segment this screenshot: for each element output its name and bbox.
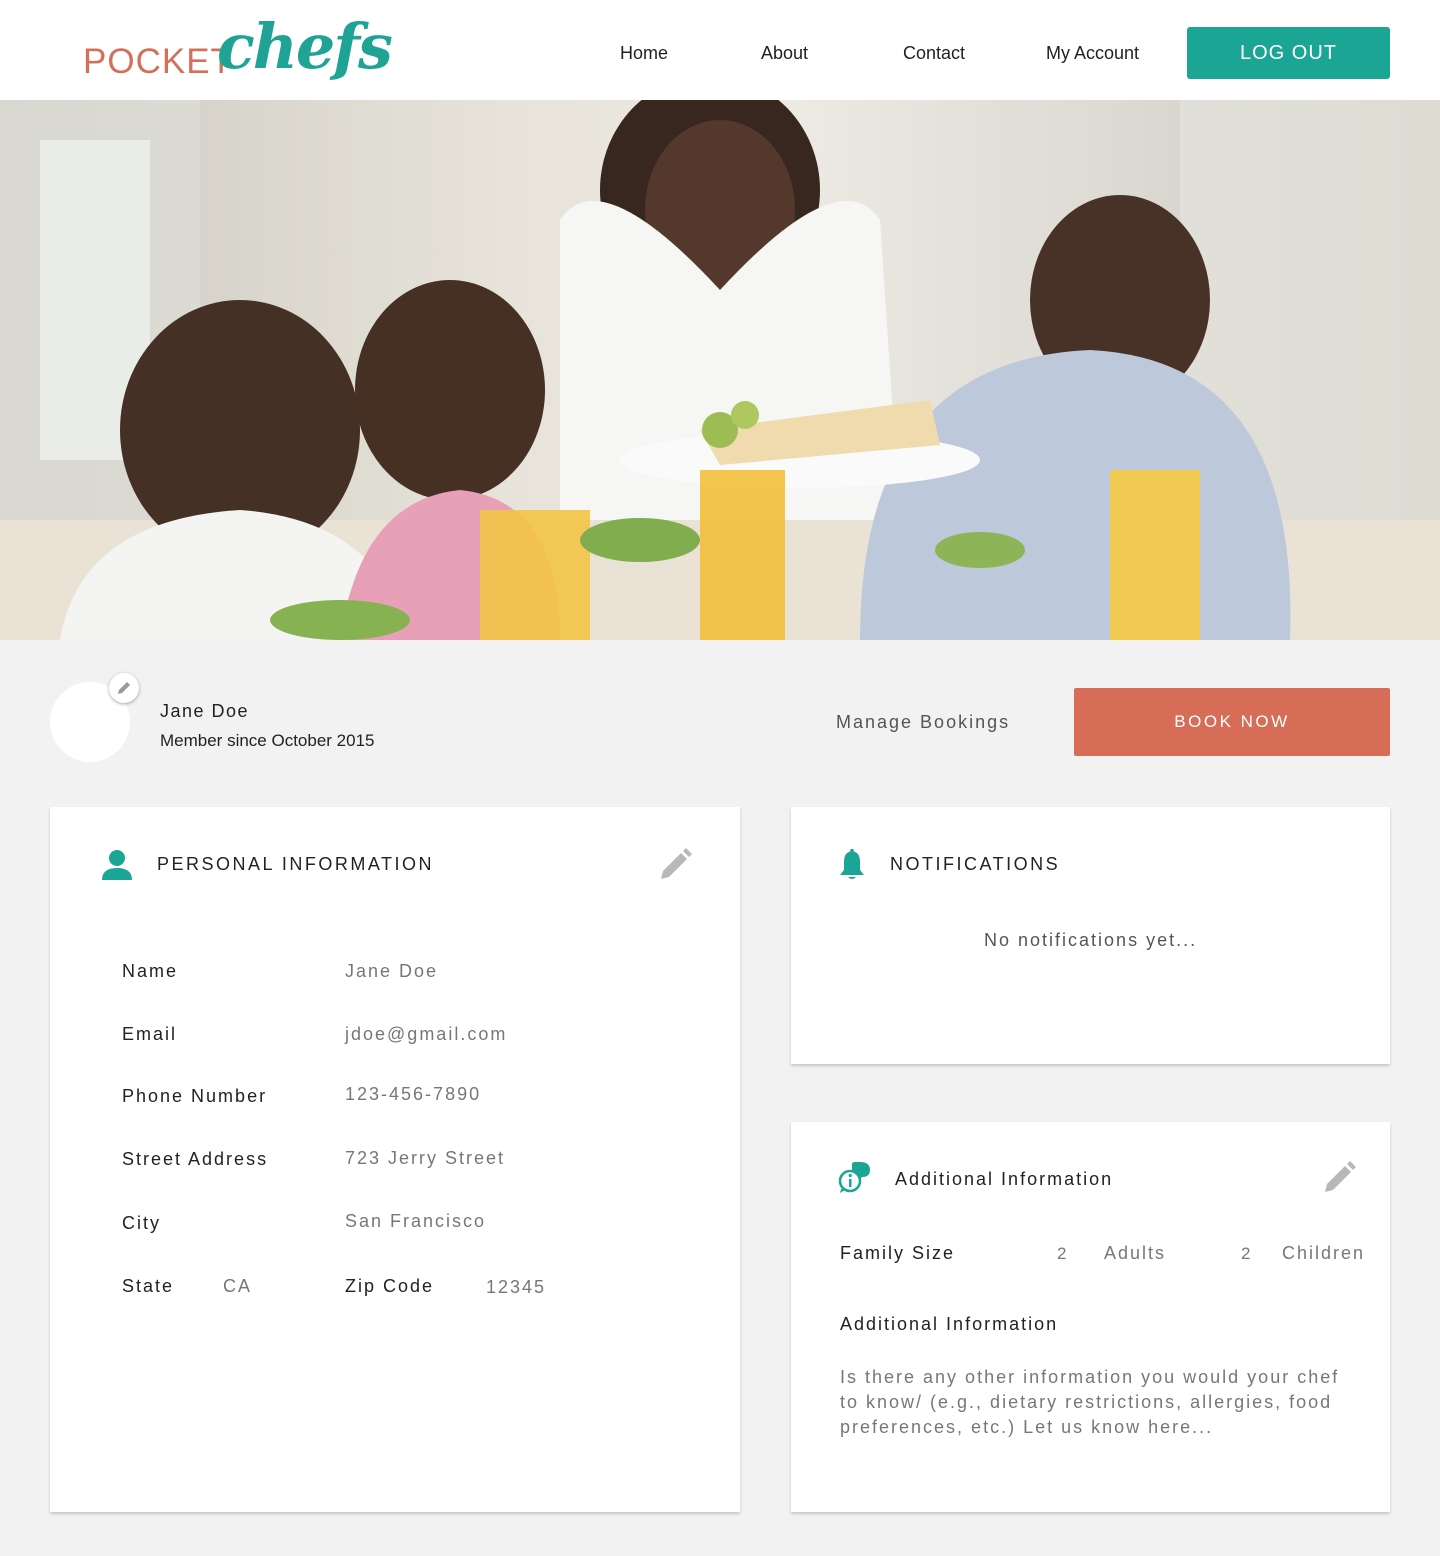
logo-text-pocket: POCKET — [83, 42, 233, 81]
field-label-name: Name — [122, 961, 179, 981]
field-value-zip-code: 12345 — [486, 1277, 547, 1297]
info-chat-icon — [838, 1162, 870, 1193]
field-value-street-address: 723 Jerry Street — [345, 1148, 506, 1168]
notifications-card: NOTIFICATIONS No notifications yet... — [791, 807, 1390, 1064]
field-label-phone: Phone Number — [122, 1086, 268, 1106]
children-count: 2 — [1241, 1244, 1253, 1263]
top-header: POCKET chefs Home About Contact My Accou… — [0, 0, 1440, 100]
hero-family-dinner-image — [0, 100, 1440, 640]
nav-contact-link[interactable]: Contact — [903, 43, 965, 64]
no-notifications-message: No notifications yet... — [984, 930, 1198, 950]
user-name: Jane Doe — [160, 701, 250, 721]
member-since-text: Member since October 2015 — [160, 731, 375, 750]
additional-information-title: Additional Information — [895, 1169, 1114, 1189]
additional-notes-field[interactable]: Is there any other information you would… — [840, 1365, 1350, 1440]
nav-about-link[interactable]: About — [761, 43, 808, 64]
pencil-icon[interactable] — [658, 848, 692, 882]
field-value-name: Jane Doe — [345, 961, 439, 981]
bell-icon — [840, 849, 864, 879]
hero-illustration — [0, 100, 1440, 640]
field-label-zip-code: Zip Code — [345, 1276, 435, 1296]
logo-text-chefs: chefs — [217, 10, 393, 83]
additional-notes-label: Additional Information — [840, 1314, 1059, 1334]
field-value-state: CA — [223, 1276, 253, 1296]
notifications-title: NOTIFICATIONS — [890, 854, 1061, 874]
nav-home-link[interactable]: Home — [620, 43, 668, 64]
avatar-edit-button[interactable] — [109, 673, 139, 703]
field-value-email: jdoe@gmail.com — [345, 1024, 508, 1044]
user-icon — [102, 850, 132, 880]
pencil-icon — [118, 682, 130, 694]
personal-information-title: PERSONAL INFORMATION — [157, 854, 435, 874]
children-label: Children — [1282, 1243, 1366, 1263]
manage-bookings-link[interactable]: Manage Bookings — [836, 712, 1010, 733]
field-label-city: City — [122, 1213, 161, 1233]
field-label-email: Email — [122, 1024, 178, 1044]
logout-button[interactable]: LOG OUT — [1187, 27, 1390, 79]
field-value-city: San Francisco — [345, 1211, 487, 1231]
family-size-label: Family Size — [840, 1243, 956, 1263]
book-now-button[interactable]: BOOK NOW — [1074, 688, 1390, 756]
nav-my-account-link[interactable]: My Account — [1046, 43, 1139, 64]
field-value-phone: 123-456-7890 — [345, 1084, 482, 1104]
adults-label: Adults — [1104, 1243, 1167, 1263]
pencil-icon[interactable] — [1322, 1161, 1356, 1195]
personal-information-card: PERSONAL INFORMATION Name Jane Doe Email… — [50, 807, 740, 1512]
additional-information-card: Additional Information Family Size 2 Adu… — [791, 1122, 1390, 1512]
field-label-street-address: Street Address — [122, 1149, 269, 1169]
field-label-state: State — [122, 1276, 175, 1296]
adults-count: 2 — [1057, 1244, 1069, 1263]
